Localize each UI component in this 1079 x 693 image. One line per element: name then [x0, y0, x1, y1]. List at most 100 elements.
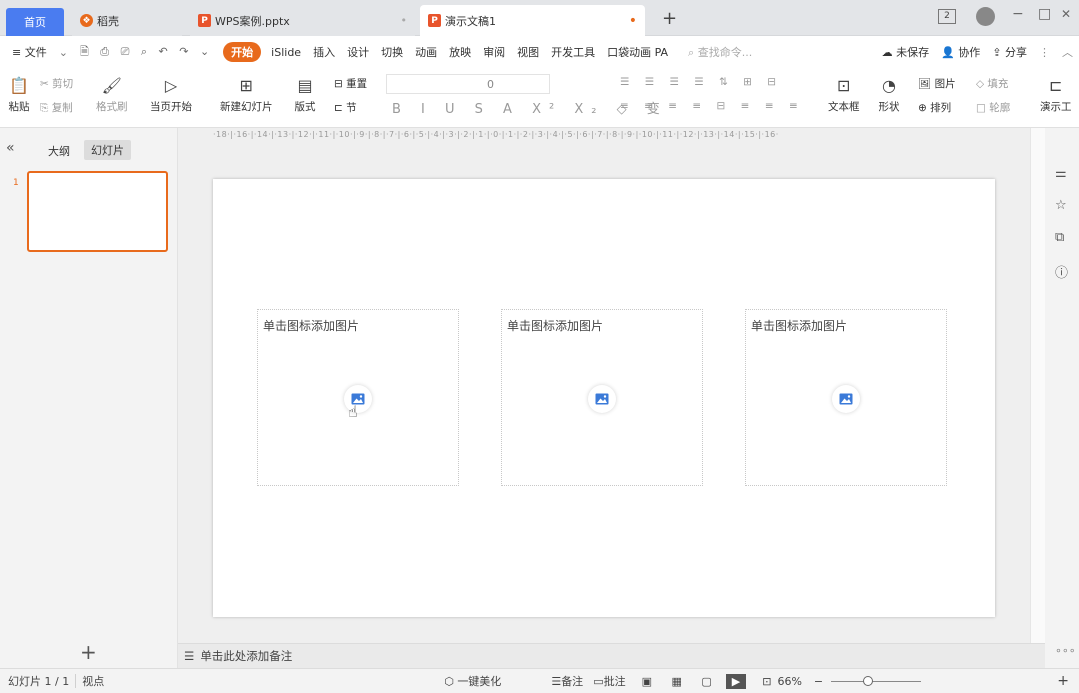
add-tab-button[interactable]: + [662, 8, 677, 29]
placeholder-text: 单击图标添加图片 [263, 319, 360, 333]
tab-outline[interactable]: 大纲 [48, 143, 70, 159]
avatar[interactable] [976, 7, 995, 26]
fill-button[interactable]: ◇ 填充 [976, 76, 1008, 91]
divider [75, 674, 77, 688]
shapes-button[interactable]: ◔ 形状 [878, 74, 900, 114]
notes-toggle-icon: ☰ [551, 675, 562, 688]
notes-bar[interactable]: ☰ 单击此处添加备注 [178, 643, 1045, 668]
theme-name[interactable]: 视点 [82, 673, 104, 689]
picture-button[interactable]: 🖼 图片 [918, 76, 956, 91]
unsaved-button[interactable]: ☁ 未保存 [876, 44, 936, 60]
font-size-select[interactable]: 0 [386, 74, 550, 94]
zoom-slider-thumb[interactable] [863, 675, 874, 686]
reset-button[interactable]: ⊟ 重置 [334, 76, 367, 91]
present-tool-button[interactable]: ⊏ 演示工 [1040, 74, 1072, 114]
shapes-label: 形状 [878, 101, 900, 113]
play-from-current-button[interactable]: ▷ 当页开始 [150, 74, 192, 114]
shapes-icon: ◔ [882, 75, 896, 95]
notes-toggle[interactable]: ☰备注 [551, 673, 583, 689]
reset-label: 重置 [346, 78, 368, 90]
picture-placeholder[interactable]: 单击图标添加图片 [501, 309, 703, 486]
outline-button[interactable]: □ 轮廓 [976, 100, 1010, 115]
menu-view[interactable]: 视图 [511, 44, 545, 60]
restore-button[interactable]: □ [1038, 6, 1051, 22]
copy-button[interactable]: ⎘ 复制 [40, 100, 73, 115]
picture-placeholder[interactable]: 单击图标添加图片 [745, 309, 947, 486]
tab-presentation[interactable]: P 演示文稿1 • [420, 5, 645, 36]
share-label: 分享 [1005, 46, 1027, 59]
paragraph-icons[interactable]: ☰ ☰ ☰ ☰ ⇅ ⊞ ⊟ [620, 76, 782, 88]
textbox-button[interactable]: ⊡ 文本框 [828, 74, 860, 114]
copy-label: 复制 [51, 102, 73, 114]
new-slide-button[interactable]: ⊞ 新建幻灯片 [220, 74, 273, 114]
paste-button[interactable]: 📋 粘贴 [8, 74, 30, 114]
quick-access-icons[interactable]: 🗎 ⎙ ⎚ ⌕ ↶ ↷ ⌄ [74, 43, 219, 62]
window-count-icon[interactable]: 2 [938, 9, 956, 24]
align-icons[interactable]: ≡ ≡ ≡ ≡ ⊟ ≡ ≡ ≡ [620, 100, 804, 112]
layout-label: 版式 [294, 101, 316, 113]
play-from-current-label: 当页开始 [150, 101, 192, 113]
tab-slides[interactable]: 幻灯片 [84, 140, 131, 160]
comments-toggle[interactable]: ▭批注 [593, 673, 625, 689]
picture-placeholder[interactable]: 单击图标添加图片 ☝ [257, 309, 459, 486]
view-mode-icons[interactable]: ▣ ▦ ▢ [642, 675, 720, 688]
paste-label: 粘贴 [8, 101, 30, 113]
vertical-scrollbar[interactable] [1030, 128, 1045, 643]
share-button[interactable]: ⇪ 分享 [986, 44, 1033, 60]
layout-icon: ▤ [297, 75, 313, 95]
menu-animation[interactable]: 动画 [409, 44, 443, 60]
menu-insert[interactable]: 插入 [307, 44, 341, 60]
collapse-panel-icon[interactable]: « [6, 140, 15, 156]
menu-design[interactable]: 设计 [341, 44, 375, 60]
search-placeholder: 查找命令... [697, 46, 753, 59]
insert-picture-icon[interactable] [832, 385, 860, 413]
menu-transition[interactable]: 切换 [375, 44, 409, 60]
more-icon[interactable]: ⋮ [1033, 46, 1056, 59]
tab-presentation-label: 演示文稿1 [445, 14, 496, 28]
insert-picture-icon[interactable] [588, 385, 616, 413]
outline-label: 轮廓 [989, 102, 1011, 114]
more-options-icon[interactable]: ∘∘∘ [1055, 644, 1076, 657]
properties-icon[interactable]: ⚌ [1055, 166, 1067, 181]
tab-daoke-label: 稻壳 [97, 14, 119, 28]
menu-islide[interactable]: iSlide [265, 46, 307, 59]
menu-pocket-animation[interactable]: 口袋动画 PA [601, 44, 674, 60]
zoom-in-button[interactable]: + [1057, 673, 1069, 689]
menu-developer[interactable]: 开发工具 [545, 44, 601, 60]
file-menu[interactable]: ≡ 文件 [6, 44, 53, 60]
placeholder-text: 单击图标添加图片 [751, 319, 848, 333]
tab-daoke[interactable]: ❖ 稻壳 [72, 5, 182, 36]
layout-button[interactable]: ▤ 版式 [294, 74, 316, 114]
format-painter-button[interactable]: 🖌 格式刷 [96, 74, 128, 114]
file-menu-chevron-icon[interactable]: ⌄ [53, 46, 74, 59]
tab-dot-icon[interactable]: • [401, 14, 408, 27]
collapse-ribbon-icon[interactable]: ︿ [1056, 44, 1079, 60]
unsaved-dot-icon[interactable]: • [629, 13, 637, 29]
arrange-button[interactable]: ⊕ 排列 [918, 100, 951, 115]
minimize-button[interactable]: − [1012, 6, 1024, 22]
play-slideshow-button[interactable]: ▶ [725, 673, 747, 689]
search-command[interactable]: ⌕ 查找命令... [682, 44, 758, 60]
zoom-out-button[interactable]: − [814, 675, 823, 688]
menu-home[interactable]: 开始 [223, 42, 262, 62]
beautify-button[interactable]: ⬡ 一键美化 [444, 673, 501, 689]
add-slide-button[interactable]: + [80, 640, 97, 664]
menu-slideshow[interactable]: 放映 [443, 44, 477, 60]
tab-home[interactable]: 首页 [6, 8, 64, 36]
slide-switch-icon[interactable]: ⧉ [1055, 230, 1064, 245]
section-label: 节 [346, 102, 357, 114]
close-button[interactable]: ✕ [1061, 7, 1071, 21]
notes-placeholder: 单击此处添加备注 [200, 649, 293, 663]
fit-window-icon[interactable]: ⊡ [762, 675, 771, 688]
tab-wps-file[interactable]: P WPS案例.pptx • [190, 5, 415, 36]
help-icon[interactable]: ⓘ [1055, 262, 1068, 281]
slide-thumbnail[interactable] [27, 171, 168, 252]
section-button[interactable]: ⊏ 节 [334, 100, 357, 115]
zoom-slider[interactable] [831, 675, 922, 686]
animation-star-icon[interactable]: ☆ [1055, 198, 1067, 213]
menu-review[interactable]: 审阅 [477, 44, 511, 60]
collab-button[interactable]: 👤 协作 [935, 44, 986, 60]
tab-bar: 首页 ❖ 稻壳 P WPS案例.pptx • P 演示文稿1 • + 2 − □… [0, 0, 1079, 36]
cut-button[interactable]: ✂ 剪切 [40, 76, 73, 91]
zoom-level[interactable]: 66% [777, 675, 801, 688]
